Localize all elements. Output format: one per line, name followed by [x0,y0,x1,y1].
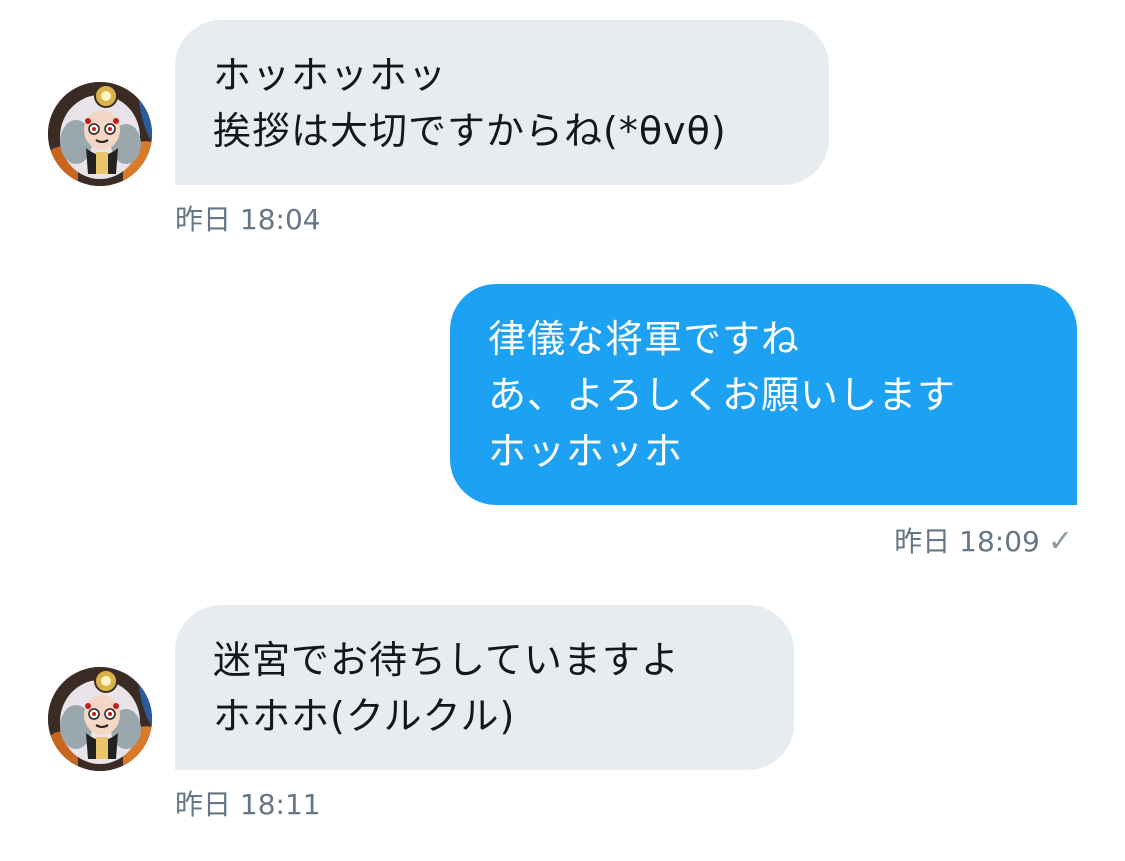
contact-avatar[interactable] [48,82,152,186]
message-status: 昨日 18:09 ✓ [894,525,1073,559]
contact-avatar[interactable] [48,667,152,771]
message-bubble[interactable]: ホッホッホッ 挨拶は大切ですからね(*θvθ) [175,20,829,185]
message-timestamp: 昨日 18:04 [175,203,321,236]
message-bubble[interactable]: 律儀な将軍ですね あ、よろしくお願いします ホッホッホ [450,284,1077,505]
message-timestamp: 昨日 18:11 [175,788,321,821]
read-receipt-check-icon: ✓ [1047,524,1073,559]
avatar-illustration-icon [48,667,152,771]
avatar-illustration-icon [48,82,152,186]
message-bubble[interactable]: 迷宮でお待ちしていますよ ホホホ(クルクル) [175,605,794,770]
message-timestamp: 昨日 18:09 [894,525,1040,558]
